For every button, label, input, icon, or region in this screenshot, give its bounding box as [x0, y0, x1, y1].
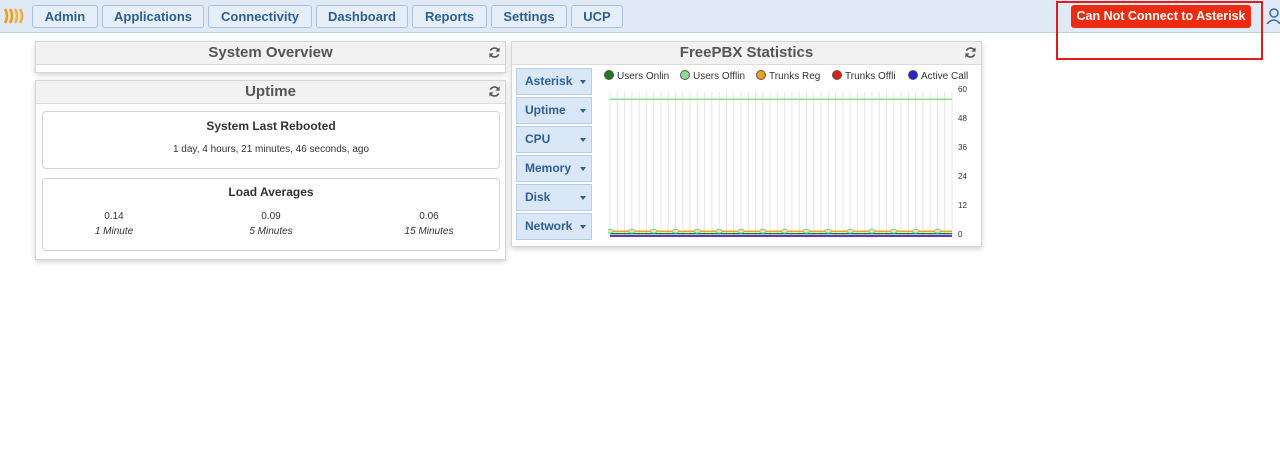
system-overview-refresh-icon[interactable] — [488, 46, 501, 59]
nav-settings-button[interactable]: Settings — [491, 5, 567, 28]
data-point — [868, 228, 876, 234]
statistics-refresh-icon[interactable] — [964, 46, 977, 59]
y-tick-36: 36 — [958, 143, 967, 152]
freepbx-logo-icon[interactable] — [2, 7, 28, 25]
legend-users-offline-swatch — [680, 70, 690, 80]
uptime-title: Uptime — [36, 81, 505, 104]
data-point — [715, 228, 723, 234]
legend-users-offline[interactable]: Users Offlin — [680, 70, 745, 82]
stats-menu-asterisk-label: Asterisk — [525, 74, 573, 88]
data-point — [781, 228, 789, 234]
chevron-down-icon — [580, 225, 586, 229]
data-point — [628, 228, 636, 234]
data-point — [650, 228, 658, 234]
legend-active-calls-swatch — [908, 70, 918, 80]
legend-trunks-registered[interactable]: Trunks Reg — [756, 70, 820, 82]
legend-active-calls-label: Active Call — [921, 71, 969, 82]
load-15min-label: 15 Minutes — [404, 226, 454, 237]
chevron-down-icon — [580, 196, 586, 200]
load-1min: 0.14 1 Minute — [54, 211, 174, 237]
legend-users-online[interactable]: Users Onlin — [604, 70, 669, 82]
stats-menu-memory[interactable]: Memory — [516, 155, 592, 182]
load-5min-value: 0.09 — [261, 211, 281, 222]
y-tick-24: 24 — [958, 172, 967, 181]
data-point — [846, 228, 854, 234]
load-5min-label: 5 Minutes — [249, 226, 293, 237]
data-point — [672, 228, 679, 234]
data-point — [693, 228, 701, 234]
system-overview-panel: System Overview — [35, 41, 506, 73]
stats-menu-cpu-label: CPU — [525, 132, 551, 146]
nav-connectivity-button[interactable]: Connectivity — [208, 5, 312, 28]
freepbx-statistics-title: FreePBX Statistics — [512, 42, 981, 65]
legend-trunks-offline-swatch — [832, 70, 842, 80]
stats-menu-disk-label: Disk — [525, 190, 551, 204]
data-point — [824, 228, 832, 234]
nav-reports-button[interactable]: Reports — [412, 5, 487, 28]
uptime-panel: Uptime System Last Rebooted 1 day, 4 hou… — [35, 80, 506, 260]
load-5min: 0.09 5 Minutes — [211, 211, 331, 237]
nav-applications-button[interactable]: Applications — [102, 5, 204, 28]
y-tick-12: 12 — [958, 201, 967, 210]
alert-highlight-box — [1056, 1, 1263, 60]
data-point — [934, 228, 941, 234]
stats-menu-asterisk[interactable]: Asterisk — [516, 68, 592, 95]
y-tick-0: 0 — [958, 230, 963, 239]
stats-menu-memory-label: Memory — [525, 161, 572, 175]
user-profile-icon[interactable] — [1266, 8, 1280, 24]
data-point — [912, 228, 920, 234]
load-averages-heading: Load Averages — [228, 185, 314, 199]
load-1min-value: 0.14 — [104, 211, 124, 222]
chevron-down-icon — [580, 138, 586, 142]
legend-users-online-label: Users Onlin — [617, 71, 670, 82]
nav-ucp-button[interactable]: UCP — [571, 5, 623, 28]
legend-trunks-registered-swatch — [756, 70, 766, 80]
legend-trunks-offline[interactable]: Trunks Offli — [832, 70, 896, 82]
load-averages-card: Load Averages 0.14 1 Minute 0.09 5 Minut… — [42, 178, 500, 251]
stats-menu-uptime[interactable]: Uptime — [516, 97, 592, 124]
data-point — [737, 228, 745, 234]
system-overview-title: System Overview — [36, 42, 505, 65]
last-rebooted-card: System Last Rebooted 1 day, 4 hours, 21 … — [42, 111, 500, 169]
load-15min-value: 0.06 — [419, 211, 439, 222]
data-point — [890, 228, 898, 234]
chevron-down-icon — [580, 167, 586, 171]
last-rebooted-heading: System Last Rebooted — [206, 119, 336, 133]
legend-active-calls[interactable]: Active Call — [908, 70, 968, 82]
y-tick-60: 60 — [958, 85, 967, 94]
uptime-refresh-icon[interactable] — [488, 85, 501, 98]
last-rebooted-value: 1 day, 4 hours, 21 minutes, 46 seconds, … — [172, 144, 370, 155]
legend-users-offline-label: Users Offlin — [693, 71, 746, 82]
legend-trunks-offline-label: Trunks Offli — [845, 71, 896, 82]
load-15min: 0.06 15 Minutes — [369, 211, 489, 237]
legend-trunks-registered-label: Trunks Reg — [769, 71, 821, 82]
statistics-chart — [608, 92, 953, 237]
stats-menu-disk[interactable]: Disk — [516, 184, 592, 211]
data-point — [759, 228, 767, 234]
legend-users-online-swatch — [604, 70, 614, 80]
chevron-down-icon — [580, 80, 586, 84]
y-tick-48: 48 — [958, 114, 967, 123]
stats-menu-cpu[interactable]: CPU — [516, 126, 592, 153]
stats-menu-uptime-label: Uptime — [525, 103, 566, 117]
stats-menu-network-label: Network — [525, 219, 573, 233]
stats-menu-network[interactable]: Network — [516, 213, 592, 240]
load-1min-label: 1 Minute — [94, 226, 134, 237]
nav-dashboard-button[interactable]: Dashboard — [316, 5, 408, 28]
data-point — [608, 228, 614, 234]
nav-admin-button[interactable]: Admin — [32, 5, 98, 28]
data-point — [803, 228, 810, 234]
chevron-down-icon — [580, 109, 586, 113]
